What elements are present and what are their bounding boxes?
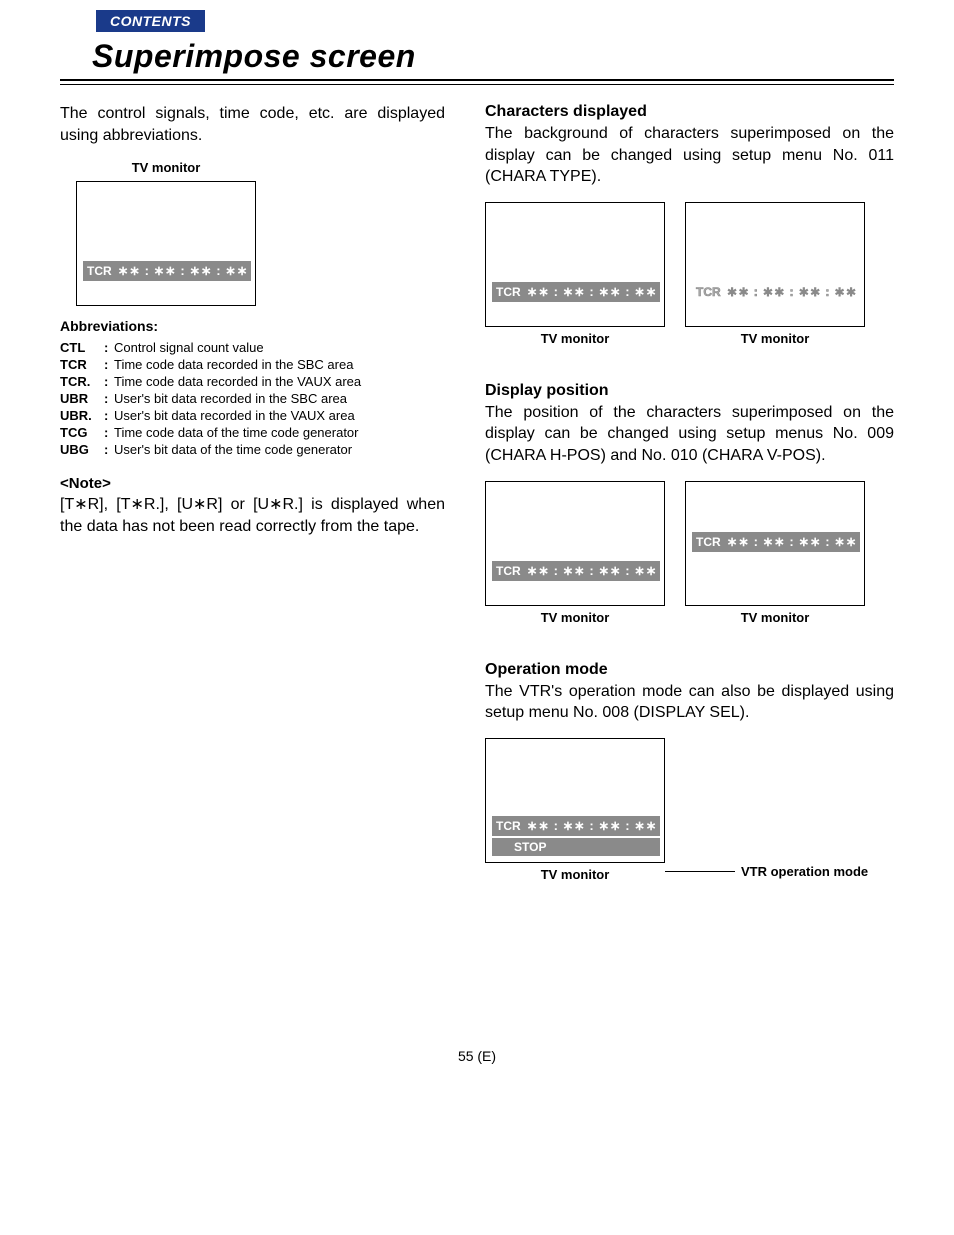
tcr-value: ∗∗ : ∗∗ : ∗∗ : ∗∗ [727, 284, 857, 300]
op-body: The VTR's operation mode can also be dis… [485, 681, 894, 724]
chars-monitor-1: TCR ∗∗ : ∗∗ : ∗∗ : ∗∗ TV monitor [485, 202, 665, 352]
chars-body: The background of characters superimpose… [485, 123, 894, 188]
left-column: The control signals, time code, etc. are… [60, 103, 445, 888]
abbrev-desc: User's bit data recorded in the VAUX are… [114, 408, 445, 423]
tcr-value: ∗∗ : ∗∗ : ∗∗ : ∗∗ [527, 563, 657, 579]
chars-monitor-2: TCR ∗∗ : ∗∗ : ∗∗ : ∗∗ TV monitor [685, 202, 865, 352]
callout-line [665, 871, 735, 872]
monitor-caption: TV monitor [485, 331, 665, 346]
tcr-value: ∗∗ : ∗∗ : ∗∗ : ∗∗ [118, 263, 248, 279]
abbrev-row: TCR:Time code data recorded in the SBC a… [60, 357, 445, 372]
tcr-label: TCR [87, 264, 112, 278]
tcr-overlay-solid: TCR ∗∗ : ∗∗ : ∗∗ : ∗∗ [492, 282, 660, 302]
abbrev-key: TCR [60, 357, 104, 372]
monitor-caption: TV monitor [76, 160, 256, 175]
abbrev-desc: Control signal count value [114, 340, 445, 355]
abbrev-row: UBG:User's bit data of the time code gen… [60, 442, 445, 457]
tcr-overlay: TCR ∗∗ : ∗∗ : ∗∗ : ∗∗ [492, 561, 660, 581]
tcr-label: TCR [496, 285, 521, 299]
tcr-label: TCR [496, 564, 521, 578]
tcr-label: TCR [696, 535, 721, 549]
tv-monitor-diagram: TCR ∗∗ : ∗∗ : ∗∗ : ∗∗ [485, 202, 665, 327]
monitor-caption: TV monitor [485, 867, 665, 882]
abbrev-key: TCG [60, 425, 104, 440]
pos-body: The position of the characters superimpo… [485, 402, 894, 467]
stop-label: STOP [514, 840, 546, 854]
tcr-value: ∗∗ : ∗∗ : ∗∗ : ∗∗ [527, 818, 657, 834]
tv-monitor-diagram: TCR ∗∗ : ∗∗ : ∗∗ : ∗∗ [485, 481, 665, 606]
tcr-label: TCR [496, 819, 521, 833]
tcr-overlay-outline: TCR ∗∗ : ∗∗ : ∗∗ : ∗∗ [692, 282, 860, 302]
intro-text: The control signals, time code, etc. are… [60, 103, 445, 146]
colon: : [104, 425, 114, 440]
columns: The control signals, time code, etc. are… [60, 103, 894, 888]
monitor-caption: TV monitor [485, 610, 665, 625]
note-head: <Note> [60, 475, 445, 492]
abbrev-desc: User's bit data of the time code generat… [114, 442, 445, 457]
note-body: [T∗R], [T∗R.], [U∗R] or [U∗R.] is displa… [60, 494, 445, 537]
colon: : [104, 391, 114, 406]
page-number: 55 (E) [60, 1048, 894, 1064]
colon: : [104, 340, 114, 355]
tv-monitor-diagram: TCR ∗∗ : ∗∗ : ∗∗ : ∗∗ STOP [485, 738, 665, 863]
abbrev-row: UBR.:User's bit data recorded in the VAU… [60, 408, 445, 423]
right-column: Characters displayed The background of c… [485, 103, 894, 888]
contents-button[interactable]: CONTENTS [96, 10, 205, 32]
title-rule-thin [60, 84, 894, 85]
abbrev-key: CTL [60, 340, 104, 355]
colon: : [104, 442, 114, 457]
abbrev-row: UBR:User's bit data recorded in the SBC … [60, 391, 445, 406]
monitor-caption: TV monitor [685, 331, 865, 346]
tcr-value: ∗∗ : ∗∗ : ∗∗ : ∗∗ [527, 284, 657, 300]
tv-monitor-diagram: TCR ∗∗ : ∗∗ : ∗∗ : ∗∗ [685, 481, 865, 606]
colon: : [104, 408, 114, 423]
abbrev-row: TCG:Time code data of the time code gene… [60, 425, 445, 440]
abbrev-key: UBR [60, 391, 104, 406]
stop-overlay: STOP [492, 838, 660, 856]
abbrev-row: TCR.:Time code data recorded in the VAUX… [60, 374, 445, 389]
chars-head: Characters displayed [485, 103, 894, 121]
abbrev-key: UBR. [60, 408, 104, 423]
tv-monitor-diagram: TCR ∗∗ : ∗∗ : ∗∗ : ∗∗ [76, 181, 256, 306]
pos-monitor-2: TCR ∗∗ : ∗∗ : ∗∗ : ∗∗ TV monitor [685, 481, 865, 631]
abbrev-desc: User's bit data recorded in the SBC area [114, 391, 445, 406]
abbrev-key: UBG [60, 442, 104, 457]
pos-head: Display position [485, 382, 894, 400]
page-title: Superimpose screen [92, 38, 894, 75]
callout-label: VTR operation mode [741, 864, 868, 879]
abbrev-desc: Time code data recorded in the VAUX area [114, 374, 445, 389]
pos-monitor-1: TCR ∗∗ : ∗∗ : ∗∗ : ∗∗ TV monitor [485, 481, 665, 631]
chars-monitors: TCR ∗∗ : ∗∗ : ∗∗ : ∗∗ TV monitor TCR ∗∗ … [485, 202, 894, 352]
abbrev-head: Abbreviations: [60, 318, 445, 334]
page: CONTENTS Superimpose screen The control … [0, 0, 954, 1104]
tcr-label: TCR [696, 285, 721, 299]
monitor-caption: TV monitor [685, 610, 865, 625]
colon: : [104, 374, 114, 389]
abbrev-row: CTL:Control signal count value [60, 340, 445, 355]
tcr-overlay: TCR ∗∗ : ∗∗ : ∗∗ : ∗∗ [83, 261, 251, 281]
abbrev-desc: Time code data of the time code generato… [114, 425, 445, 440]
left-monitor-wrap: TV monitor TCR ∗∗ : ∗∗ : ∗∗ : ∗∗ [76, 160, 256, 306]
abbrev-desc: Time code data recorded in the SBC area [114, 357, 445, 372]
op-monitor-wrap: TCR ∗∗ : ∗∗ : ∗∗ : ∗∗ STOP TV monitor VT… [485, 738, 894, 888]
op-monitor: TCR ∗∗ : ∗∗ : ∗∗ : ∗∗ STOP TV monitor [485, 738, 665, 888]
op-head: Operation mode [485, 661, 894, 679]
abbrev-key: TCR. [60, 374, 104, 389]
colon: : [104, 357, 114, 372]
tcr-overlay: TCR ∗∗ : ∗∗ : ∗∗ : ∗∗ [492, 816, 660, 836]
tv-monitor-diagram: TCR ∗∗ : ∗∗ : ∗∗ : ∗∗ [685, 202, 865, 327]
title-rule-thick [60, 79, 894, 81]
pos-monitors: TCR ∗∗ : ∗∗ : ∗∗ : ∗∗ TV monitor TCR ∗∗ … [485, 481, 894, 631]
abbrev-list: CTL:Control signal count value TCR:Time … [60, 340, 445, 457]
tcr-value: ∗∗ : ∗∗ : ∗∗ : ∗∗ [727, 534, 857, 550]
tcr-overlay: TCR ∗∗ : ∗∗ : ∗∗ : ∗∗ [692, 532, 860, 552]
